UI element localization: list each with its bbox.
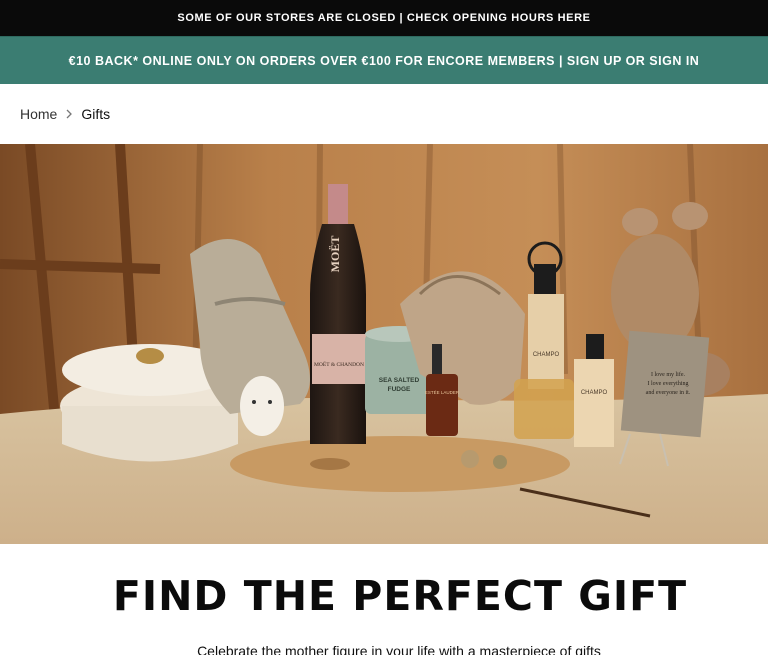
page-headline: FIND THE PERFECT GIFT [112,572,688,620]
breadcrumb-home-link[interactable]: Home [20,106,57,122]
promo-text: €10 BACK* ONLINE ONLY ON ORDERS OVER €10… [68,53,700,68]
hero-illustration: MOËT MOËT & CHANDON SEA SALTED FUDGE EST… [0,144,768,544]
svg-text:I love my life.: I love my life. [651,371,685,378]
svg-text:ESTÉE LAUDER: ESTÉE LAUDER [425,389,460,395]
svg-text:SEA SALTED: SEA SALTED [379,377,420,384]
breadcrumb-current: Gifts [81,106,111,122]
svg-text:and everyone in it.: and everyone in it. [646,390,691,396]
svg-text:CHAMPO: CHAMPO [581,390,608,396]
svg-text:FUDGE: FUDGE [388,386,411,393]
chevron-right-icon [65,109,73,119]
breadcrumb: Home Gifts [20,84,110,144]
hero-image: MOËT MOËT & CHANDON SEA SALTED FUDGE EST… [0,144,768,544]
store-status-banner[interactable]: SOME OF OUR STORES ARE CLOSED | CHECK OP… [0,0,768,36]
store-status-text: SOME OF OUR STORES ARE CLOSED | CHECK OP… [177,12,591,24]
page-subline: Celebrate the mother figure in your life… [197,643,601,655]
svg-text:CHAMPO: CHAMPO [533,352,560,358]
svg-text:I love everything: I love everything [648,381,689,387]
svg-text:MOËT: MOËT [328,236,342,273]
svg-text:MOËT & CHANDON: MOËT & CHANDON [314,361,364,368]
encore-promo-banner[interactable]: €10 BACK* ONLINE ONLY ON ORDERS OVER €10… [0,36,768,84]
